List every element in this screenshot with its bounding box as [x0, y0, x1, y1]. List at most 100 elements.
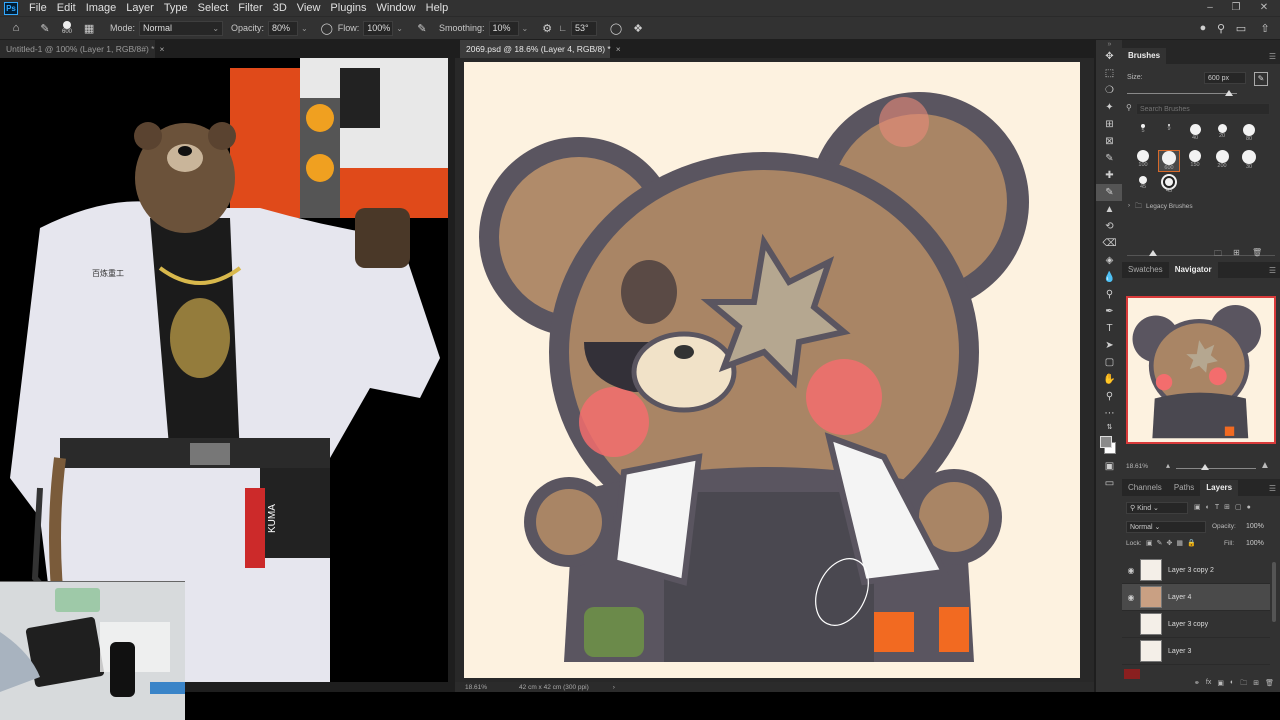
brush-preset[interactable]: 20 — [1211, 124, 1233, 139]
healing-brush-tool-icon[interactable]: ✚ — [1096, 167, 1123, 184]
menu-help[interactable]: Help — [421, 0, 454, 16]
navigator-zoom-slider[interactable] — [1176, 468, 1256, 469]
menu-window[interactable]: Window — [372, 0, 421, 16]
angle-input[interactable]: 53° — [571, 20, 598, 36]
menu-image[interactable]: Image — [81, 0, 122, 16]
brush-preset[interactable]: 150 — [1184, 150, 1206, 168]
eyedropper-tool-icon[interactable]: ✎ — [1096, 150, 1123, 167]
tab-untitled-1[interactable]: Untitled-1 @ 100% (Layer 1, RGB/8#) * × — [0, 40, 164, 58]
navigator-zoom-handle[interactable] — [1201, 464, 1209, 470]
path-selection-tool-icon[interactable]: ➤ — [1096, 337, 1123, 354]
layer-row[interactable]: Layer 3 copy — [1122, 611, 1270, 638]
share-export-icon[interactable]: ⇧ — [1257, 20, 1273, 36]
tab-layers[interactable]: Layers — [1200, 480, 1239, 496]
paint-bucket-tool-icon[interactable]: ◈ — [1096, 252, 1123, 269]
brush-tool-icon[interactable]: ✎ — [37, 20, 53, 36]
dodge-tool-icon[interactable]: ⚲ — [1096, 286, 1123, 303]
home-icon[interactable]: ⌂ — [8, 20, 24, 36]
foreground-color-swatch[interactable] — [1100, 436, 1112, 448]
menu-layer[interactable]: Layer — [121, 0, 159, 16]
brush-preset[interactable]: 600 — [1158, 150, 1180, 172]
color-swatches[interactable] — [1096, 432, 1123, 458]
gear-icon[interactable]: ⚙ — [539, 20, 555, 36]
hand-tool-icon[interactable]: ✋ — [1096, 371, 1123, 388]
lasso-tool-icon[interactable]: ❍ — [1096, 82, 1123, 99]
brush-settings-icon[interactable]: ✎ — [1254, 72, 1268, 86]
share-icon[interactable]: ● — [1195, 20, 1211, 36]
brush-preset[interactable]: 200 — [1211, 150, 1233, 169]
tab-navigator[interactable]: Navigator — [1168, 262, 1218, 278]
quick-mask-icon[interactable]: ▣ — [1096, 458, 1123, 475]
chevron-down-icon[interactable]: ⌄ — [396, 24, 403, 33]
new-group-icon[interactable]: 🗀 — [1240, 679, 1247, 692]
preview-slider-handle[interactable] — [1149, 250, 1157, 256]
link-layers-icon[interactable]: ⚭ — [1194, 679, 1200, 692]
brush-preset[interactable]: 45 — [1158, 176, 1180, 194]
adjustment-layer-icon[interactable]: ◐ — [1230, 679, 1234, 692]
navigator-preview[interactable] — [1126, 296, 1276, 444]
tab-swatches[interactable]: Swatches — [1122, 262, 1169, 278]
brush-settings-icon[interactable]: ▦ — [81, 20, 97, 36]
visibility-eye-icon[interactable]: ◉ — [1122, 566, 1140, 575]
symmetry-icon[interactable]: ❖ — [630, 20, 646, 36]
workspace-icon[interactable]: ▭ — [1233, 20, 1249, 36]
zoom-out-icon[interactable]: ▴ — [1166, 461, 1170, 470]
chevron-right-icon[interactable]: › — [613, 684, 615, 691]
brush-preset[interactable]: 9 — [1158, 124, 1180, 132]
new-group-icon[interactable]: 🗀 — [1214, 248, 1222, 262]
smoothing-input[interactable]: 10% — [488, 20, 519, 36]
history-brush-tool-icon[interactable]: ⟲ — [1096, 218, 1123, 235]
flow-input[interactable]: 100% — [363, 20, 394, 36]
type-tool-icon[interactable]: T — [1096, 320, 1123, 337]
pressure-opacity-icon[interactable]: ◯ — [319, 20, 335, 36]
search-brushes-input[interactable] — [1136, 103, 1270, 115]
menu-file[interactable]: File — [24, 0, 52, 16]
menu-filter[interactable]: Filter — [233, 0, 267, 16]
fill-input[interactable]: 100% — [1243, 538, 1269, 550]
brush-preset[interactable]: 80 — [1238, 124, 1260, 142]
chevron-right-icon[interactable]: › — [1128, 203, 1130, 209]
foreground-color-chip[interactable] — [1124, 669, 1140, 679]
fx-icon[interactable]: fx — [1206, 679, 1211, 692]
shape-tool-icon[interactable]: ▢ — [1096, 354, 1123, 371]
airbrush-icon[interactable]: ✎ — [414, 20, 430, 36]
screen-mode-icon[interactable]: ▭ — [1096, 475, 1123, 492]
menu-view[interactable]: View — [292, 0, 326, 16]
brush-tool-icon[interactable]: ✎ — [1096, 184, 1123, 201]
opacity-input[interactable]: 80% — [268, 20, 299, 36]
crop-tool-icon[interactable]: ⊞ — [1096, 116, 1123, 133]
document-canvas[interactable] — [464, 62, 1080, 678]
blur-tool-icon[interactable]: 💧 — [1096, 269, 1123, 286]
search-icon[interactable]: ⚲ — [1213, 20, 1229, 36]
tab-paths[interactable]: Paths — [1168, 480, 1200, 496]
zoom-readout[interactable]: 18.61% — [465, 684, 487, 691]
brush-preset[interactable]: 30 — [1238, 150, 1260, 170]
new-brush-icon[interactable]: ⊞ — [1233, 248, 1240, 257]
layer-filter-icons[interactable]: ▣◐T⊞▢● — [1194, 503, 1256, 511]
size-slider[interactable] — [1127, 93, 1237, 94]
eraser-tool-icon[interactable]: ⌫ — [1096, 235, 1123, 252]
legacy-brushes-folder[interactable]: Legacy Brushes — [1146, 203, 1193, 210]
mode-select[interactable]: Normal ⌄ — [139, 20, 224, 36]
close-window-icon[interactable]: ✕ — [1254, 0, 1274, 16]
menu-select[interactable]: Select — [193, 0, 234, 16]
brush-preset[interactable]: 5 — [1132, 124, 1154, 134]
layer-row[interactable]: ◉ Layer 4 — [1122, 584, 1270, 611]
stamp-tool-icon[interactable]: ▲ — [1096, 201, 1123, 218]
pen-tool-icon[interactable]: ✒ — [1096, 303, 1123, 320]
zoom-in-icon[interactable]: ▲ — [1260, 460, 1270, 471]
swap-colors-icon[interactable]: ⇅ — [1096, 422, 1123, 432]
panel-menu-icon[interactable]: ☰ — [1269, 266, 1276, 275]
minimize-icon[interactable]: – — [1200, 0, 1220, 16]
menu-edit[interactable]: Edit — [52, 0, 81, 16]
magic-wand-tool-icon[interactable]: ✦ — [1096, 99, 1123, 116]
restore-icon[interactable]: ❐ — [1226, 0, 1246, 16]
delete-icon[interactable]: 🗑 — [1252, 248, 1262, 257]
tab-channels[interactable]: Channels — [1122, 480, 1168, 496]
lock-icons[interactable]: ▣✎✥▦🔒 — [1146, 539, 1200, 547]
menu-type[interactable]: Type — [159, 0, 193, 16]
size-slider-handle[interactable] — [1225, 90, 1233, 96]
panel-menu-icon[interactable]: ☰ — [1269, 52, 1276, 61]
delete-layer-icon[interactable]: 🗑 — [1265, 679, 1274, 692]
layer-row[interactable]: ◉ Layer 3 copy 2 — [1122, 557, 1270, 584]
